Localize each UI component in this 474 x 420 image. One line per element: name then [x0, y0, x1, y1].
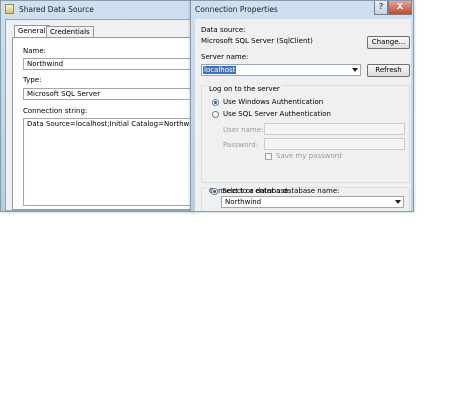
name-label: Name: [23, 47, 47, 55]
save-password-checkbox[interactable] [265, 153, 272, 160]
password-label: Password: [223, 141, 259, 149]
user-name-label: User name: [223, 126, 264, 134]
shared-data-source-body: General Credentials Name: Northwind Type… [5, 19, 199, 211]
save-password-label: Save my password [276, 152, 342, 160]
shared-data-source-titlebar[interactable]: Shared Data Source [1, 1, 195, 19]
connection-string-field[interactable]: Data Source=localhost;Initial Catalog=No… [23, 118, 199, 206]
database-select[interactable]: Northwind [221, 196, 404, 208]
connection-properties-body: Data source: Microsoft SQL Server (SqlCl… [195, 19, 411, 211]
server-name-label: Server name: [201, 53, 249, 61]
type-label: Type: [23, 76, 42, 84]
type-select[interactable]: Microsoft SQL Server [23, 88, 199, 100]
close-icon: X [396, 2, 404, 11]
select-database-label: Select or enter a database name: [222, 187, 340, 195]
name-value: Northwind [27, 60, 64, 68]
refresh-button-label: Refresh [375, 66, 402, 74]
logon-group-label: Log on to the server [207, 85, 282, 93]
change-button-label: Change... [371, 38, 406, 46]
connection-string-value: Data Source=localhost;Initial Catalog=No… [27, 120, 199, 128]
close-button[interactable]: X [388, 1, 412, 15]
sql-auth-radio[interactable] [212, 111, 219, 118]
data-source-label: Data source: [201, 26, 246, 34]
logon-group: Log on to the server Use Windows Authent… [201, 85, 410, 183]
sql-auth-label: Use SQL Server Authentication [223, 110, 331, 118]
name-field[interactable]: Northwind [23, 58, 199, 70]
report-icon [5, 4, 14, 14]
shared-data-source-title: Shared Data Source [19, 5, 94, 14]
database-value: Northwind [225, 198, 262, 206]
password-input[interactable] [264, 138, 405, 150]
tab-general[interactable]: General [14, 25, 50, 37]
windows-auth-label: Use Windows Authentication [223, 98, 324, 106]
help-icon: ? [378, 2, 384, 11]
data-source-value: Microsoft SQL Server (SqlClient) [201, 37, 313, 45]
tab-panel: Name: Northwind Type: Microsoft SQL Serv… [12, 37, 199, 210]
chevron-down-icon [352, 68, 358, 72]
windows-auth-radio[interactable] [212, 99, 219, 106]
tab-credentials[interactable]: Credentials [46, 26, 94, 37]
chevron-down-icon [395, 200, 401, 204]
connection-properties-window: Connection Properties ? X Data source: M… [190, 0, 414, 212]
tab-credentials-label: Credentials [50, 28, 90, 36]
select-database-radio[interactable] [211, 188, 218, 195]
connection-properties-title: Connection Properties [195, 5, 278, 14]
type-value: Microsoft SQL Server [27, 90, 101, 98]
user-name-input[interactable] [264, 123, 405, 135]
server-name-input[interactable]: localhost [201, 64, 361, 76]
help-button[interactable]: ? [374, 1, 388, 15]
connection-properties-titlebar[interactable]: Connection Properties ? X [191, 1, 413, 19]
change-button[interactable]: Change... [367, 36, 410, 49]
server-name-value: localhost [203, 66, 237, 74]
refresh-button[interactable]: Refresh [367, 64, 410, 77]
connection-string-label: Connection string: [23, 107, 88, 115]
shared-data-source-window: Shared Data Source General Credentials N… [0, 0, 199, 212]
tab-general-label: General [18, 27, 46, 35]
